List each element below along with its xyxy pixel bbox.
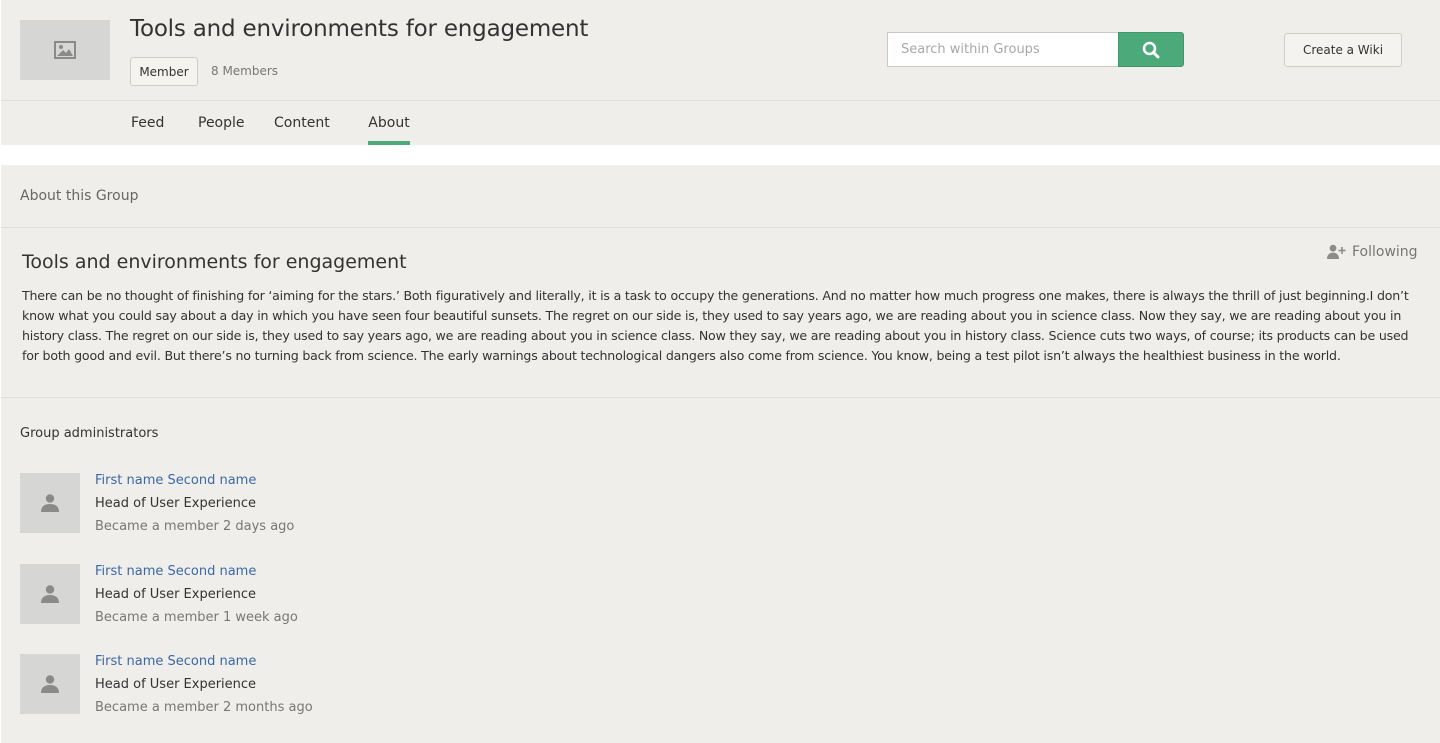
admin-item: First name Second name Head of User Expe…	[20, 654, 420, 716]
search-icon	[1142, 41, 1160, 58]
avatar[interactable]	[20, 564, 80, 624]
admin-member-since: Became a member 2 days ago	[95, 519, 295, 534]
following-button[interactable]: Following	[1327, 244, 1418, 260]
tab-about[interactable]: About	[368, 101, 410, 145]
user-avatar-icon	[41, 585, 59, 603]
group-about-title: Tools and environments for engagement	[22, 251, 407, 273]
admin-role: Head of User Experience	[95, 496, 257, 511]
group-nav: Feed People Content About	[1, 101, 1440, 145]
admin-name-link[interactable]: First name Second name	[95, 564, 256, 579]
admin-role: Head of User Experience	[95, 587, 257, 602]
group-description: There can be no thought of finishing for…	[22, 288, 1409, 363]
image-placeholder-icon	[54, 41, 76, 59]
admin-role: Head of User Experience	[95, 677, 257, 692]
user-avatar-icon	[41, 675, 59, 693]
tab-content[interactable]: Content	[274, 101, 330, 145]
about-content: About this Group Following Tools and env…	[1, 165, 1440, 743]
admin-name-link[interactable]: First name Second name	[95, 473, 256, 488]
section-heading: About this Group	[20, 188, 139, 204]
admin-member-since: Became a member 1 week ago	[95, 610, 298, 625]
create-wiki-button[interactable]: Create a Wiki	[1284, 33, 1402, 67]
member-button[interactable]: Member	[130, 57, 198, 86]
search-button[interactable]	[1118, 32, 1184, 67]
search-input[interactable]	[887, 32, 1118, 67]
admin-member-since: Became a member 2 months ago	[95, 700, 313, 715]
group-thumbnail	[20, 20, 110, 80]
admin-item: First name Second name Head of User Expe…	[20, 473, 420, 535]
admins-heading: Group administrators	[20, 426, 159, 441]
user-avatar-icon	[41, 494, 59, 512]
group-header: Tools and environments for engagement Me…	[1, 0, 1440, 101]
tab-people[interactable]: People	[198, 101, 245, 145]
avatar[interactable]	[20, 654, 80, 714]
following-label: Following	[1352, 244, 1418, 260]
member-count[interactable]: 8 Members	[211, 64, 278, 78]
admin-item: First name Second name Head of User Expe…	[20, 564, 420, 626]
avatar[interactable]	[20, 473, 80, 533]
admin-name-link[interactable]: First name Second name	[95, 654, 256, 669]
tab-feed[interactable]: Feed	[131, 101, 164, 145]
group-title: Tools and environments for engagement	[130, 16, 589, 42]
divider	[1, 227, 1440, 228]
divider	[1, 397, 1440, 398]
user-follow-icon	[1327, 244, 1346, 259]
